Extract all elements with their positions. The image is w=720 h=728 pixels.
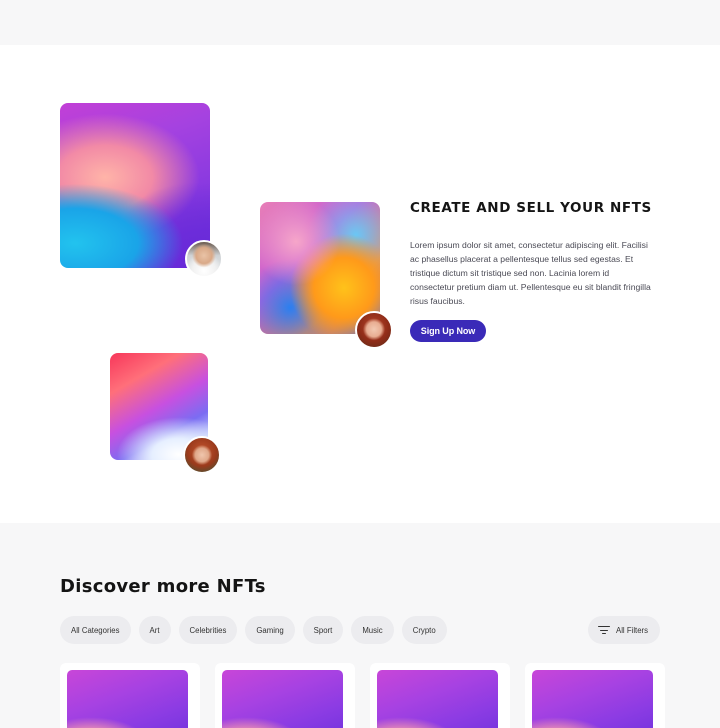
- category-chip-art[interactable]: Art: [138, 616, 171, 644]
- nft-card-image: [377, 670, 498, 728]
- nft-card-image: [222, 670, 343, 728]
- creator-avatar-woman[interactable]: [183, 436, 221, 474]
- discover-title: Discover more NFTs: [60, 576, 266, 597]
- all-filters-button[interactable]: All Filters: [588, 616, 660, 644]
- nft-card[interactable]: [525, 663, 665, 728]
- category-chip-celebrities[interactable]: Celebrities: [178, 616, 238, 644]
- filter-icon: [598, 625, 610, 635]
- category-chip-crypto[interactable]: Crypto: [401, 616, 447, 644]
- category-chip-music[interactable]: Music: [351, 616, 394, 644]
- nft-card[interactable]: [60, 663, 200, 728]
- nft-card[interactable]: [370, 663, 510, 728]
- section-heading: CREATE AND SELL YOUR NFTS: [410, 200, 652, 216]
- nft-card[interactable]: [215, 663, 355, 728]
- creator-avatar-redhead[interactable]: [355, 311, 393, 349]
- category-chip-all[interactable]: All Categories: [60, 616, 131, 644]
- create-sell-section: CREATE AND SELL YOUR NFTS Lorem ipsum do…: [0, 45, 720, 523]
- category-chip-gaming[interactable]: Gaming: [245, 616, 295, 644]
- discover-section: Discover more NFTs All Categories Art Ce…: [0, 523, 720, 728]
- nft-card-grid: [60, 663, 665, 728]
- creator-avatar-male[interactable]: [185, 240, 223, 278]
- top-strip: [0, 0, 720, 45]
- all-filters-label: All Filters: [616, 625, 649, 635]
- nft-card-image: [532, 670, 653, 728]
- nft-card-image: [67, 670, 188, 728]
- category-filter-bar: All Categories Art Celebrities Gaming Sp…: [60, 616, 447, 644]
- section-description: Lorem ipsum dolor sit amet, consectetur …: [410, 240, 651, 306]
- sign-up-button[interactable]: Sign Up Now: [410, 320, 486, 342]
- nft-artwork-purple-wave[interactable]: [60, 103, 210, 268]
- category-chip-sport[interactable]: Sport: [302, 616, 344, 644]
